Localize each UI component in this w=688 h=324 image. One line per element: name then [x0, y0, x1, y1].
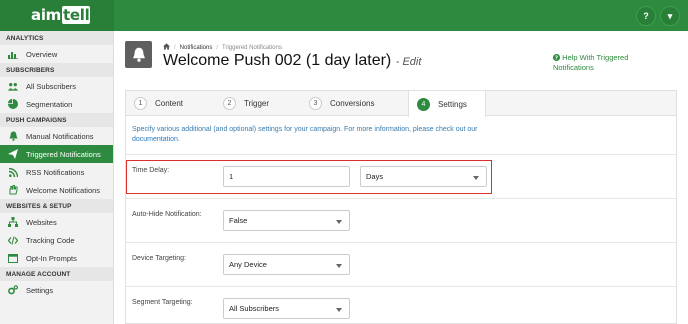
- sidebar-section-manage-account: MANAGE ACCOUNT: [0, 267, 113, 281]
- chevron-down-icon: [336, 264, 342, 268]
- tab-conversions[interactable]: 3 Conversions: [309, 91, 374, 116]
- sidebar-item-settings[interactable]: Settings: [0, 281, 113, 299]
- sitemap-icon: [8, 217, 18, 227]
- edit-suffix: - Edit: [395, 56, 422, 68]
- device-targeting-row: Device Targeting: Any Device: [126, 242, 676, 286]
- chevron-down-icon: [336, 308, 342, 312]
- sidebar-section-websites-setup: WEBSITES & SETUP: [0, 199, 113, 213]
- help-button[interactable]: ?: [636, 6, 656, 26]
- auto-hide-row: Auto-Hide Notification: False: [126, 198, 676, 242]
- top-bar: aim tell ? ▾: [0, 0, 688, 31]
- breadcrumb: / Notifications / Triggered Notification…: [163, 43, 282, 52]
- account-dropdown-button[interactable]: ▾: [660, 6, 680, 26]
- sidebar-item-opt-in-prompts[interactable]: Opt-In Prompts: [0, 249, 113, 267]
- hand-icon: [8, 185, 18, 195]
- sidebar-section-analytics: ANALYTICS: [0, 31, 113, 45]
- aimtell-logo[interactable]: aim tell: [31, 6, 91, 24]
- sidebar-item-segmentation[interactable]: Segmentation: [0, 95, 113, 113]
- documentation-link[interactable]: documentation: [132, 136, 178, 143]
- sidebar-item-manual-notifications[interactable]: Manual Notifications: [0, 127, 113, 145]
- sidebar-item-rss-notifications[interactable]: RSS Notifications: [0, 163, 113, 181]
- segment-targeting-select[interactable]: All Subscribers: [223, 298, 350, 319]
- users-icon: [8, 81, 18, 91]
- sidebar-item-websites[interactable]: Websites: [0, 213, 113, 231]
- paper-plane-icon: [8, 149, 18, 159]
- sidebar-item-overview[interactable]: Overview: [0, 45, 113, 63]
- page-title: Welcome Push 002 (1 day later) - Edit: [163, 52, 422, 69]
- window-icon: [8, 253, 18, 263]
- tab-bar: 1 Content 2 Trigger 3 Conversions 4 Settings: [126, 91, 676, 117]
- page-bell-icon: [125, 41, 152, 68]
- sidebar-section-push-campaigns: PUSH CAMPAIGNS: [0, 113, 113, 127]
- sidebar-item-welcome-notifications[interactable]: Welcome Notifications: [0, 181, 113, 199]
- rss-icon: [8, 167, 18, 177]
- sidebar: ANALYTICS Overview SUBSCRIBERS All Subsc…: [0, 31, 114, 324]
- sidebar-item-all-subscribers[interactable]: All Subscribers: [0, 77, 113, 95]
- tab-settings[interactable]: 4 Settings: [408, 91, 486, 117]
- logo-area[interactable]: aim tell: [0, 0, 114, 31]
- time-delay-highlight-box: [126, 160, 492, 194]
- pie-icon: [8, 99, 18, 109]
- question-circle-icon: ?: [553, 53, 560, 62]
- sidebar-item-tracking-code[interactable]: Tracking Code: [0, 231, 113, 249]
- help-triggered-link[interactable]: ? Help With Triggered Notifications: [553, 53, 653, 73]
- tab-content[interactable]: 1 Content: [134, 91, 183, 116]
- segment-targeting-row: Segment Targeting: All Subscribers: [126, 286, 676, 324]
- device-targeting-select[interactable]: Any Device: [223, 254, 350, 275]
- chart-icon: [8, 49, 18, 59]
- gears-icon: [8, 285, 18, 295]
- breadcrumb-triggered-notifications: Triggered Notifications: [222, 44, 282, 51]
- svg-text:?: ?: [555, 56, 558, 61]
- breadcrumb-notifications[interactable]: Notifications: [180, 45, 213, 51]
- sidebar-item-triggered-notifications[interactable]: Triggered Notifications: [0, 145, 113, 163]
- settings-intro-text: Specify various additional (and optional…: [132, 126, 478, 143]
- chevron-down-icon: [336, 220, 342, 224]
- auto-hide-label: Auto-Hide Notification:: [132, 211, 202, 218]
- auto-hide-select[interactable]: False: [223, 210, 350, 231]
- bell-icon: [8, 131, 18, 141]
- breadcrumb-separator: /: [216, 44, 219, 51]
- sidebar-section-subscribers: SUBSCRIBERS: [0, 63, 113, 77]
- code-icon: [8, 235, 18, 245]
- campaign-editor-panel: 1 Content 2 Trigger 3 Conversions 4 Settings…: [125, 90, 677, 324]
- tab-trigger[interactable]: 2 Trigger: [223, 91, 269, 116]
- device-targeting-label: Device Targeting:: [132, 255, 186, 262]
- breadcrumb-separator: /: [174, 44, 176, 51]
- home-icon[interactable]: [163, 43, 170, 52]
- segment-targeting-label: Segment Targeting:: [132, 299, 193, 306]
